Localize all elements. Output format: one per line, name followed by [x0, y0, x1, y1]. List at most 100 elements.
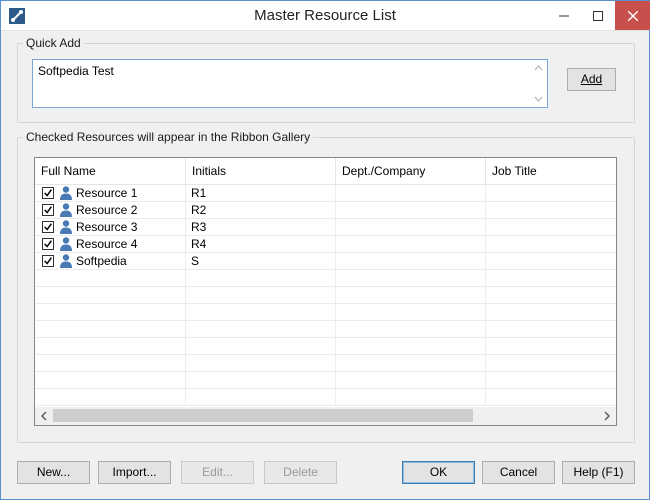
resource-name: Resource 1 — [76, 186, 138, 200]
horizontal-scrollbar[interactable] — [35, 407, 616, 425]
checkmark-icon — [44, 223, 52, 231]
job-title-value — [486, 254, 491, 268]
cancel-button[interactable]: Cancel — [482, 461, 555, 484]
table-row[interactable]: Resource 2 R2 — [35, 202, 616, 219]
initials-value: R1 — [191, 186, 207, 200]
resource-checkbox[interactable] — [42, 204, 54, 216]
import-button[interactable]: Import... — [98, 461, 171, 484]
new-button[interactable]: New... — [17, 461, 90, 484]
close-button[interactable] — [615, 1, 650, 30]
job-title-value — [486, 203, 491, 217]
scroll-down-icon — [534, 96, 543, 102]
initials-value: S — [191, 254, 200, 268]
dept-company-cell — [336, 236, 486, 253]
resource-checkbox[interactable] — [42, 238, 54, 250]
job-title-cell — [486, 236, 616, 253]
table-row[interactable]: Resource 1 R1 — [35, 185, 616, 202]
delete-button[interactable]: Delete — [264, 461, 337, 484]
column-header-initials[interactable]: Initials — [186, 158, 336, 185]
person-icon — [60, 220, 72, 234]
dept-company-cell — [336, 372, 486, 389]
resource-checkbox[interactable] — [42, 187, 54, 199]
dept-company-cell — [336, 253, 486, 270]
quick-add-group-label: Quick Add — [23, 36, 84, 50]
column-header-full-name[interactable]: Full Name — [35, 158, 186, 185]
resource-name: Resource 2 — [76, 203, 138, 217]
initials-cell — [186, 355, 336, 372]
table-row[interactable]: Resource 4 R4 — [35, 236, 616, 253]
job-title-cell — [486, 389, 616, 406]
table-row — [35, 372, 616, 389]
table-row — [35, 287, 616, 304]
job-title-cell — [486, 304, 616, 321]
full-name-cell — [35, 270, 186, 287]
dept-company-cell — [336, 321, 486, 338]
full-name-cell: Resource 2 — [35, 202, 186, 219]
person-icon — [60, 237, 72, 251]
title-bar[interactable]: Master Resource List — [1, 1, 650, 31]
job-title-cell — [486, 270, 616, 287]
job-title-cell — [486, 185, 616, 202]
full-name-cell: Resource 1 — [35, 185, 186, 202]
resource-name: Resource 4 — [76, 237, 138, 251]
dept-company-value — [336, 186, 341, 200]
dept-company-cell — [336, 355, 486, 372]
add-button[interactable]: Add — [567, 68, 616, 91]
table-row — [35, 355, 616, 372]
resource-checkbox[interactable] — [42, 221, 54, 233]
full-name-cell — [35, 287, 186, 304]
job-title-cell — [486, 321, 616, 338]
minimize-icon — [559, 15, 569, 16]
list-header: Full Name Initials Dept./Company Job Tit… — [35, 158, 616, 185]
resource-checkbox[interactable] — [42, 255, 54, 267]
job-title-value — [486, 186, 491, 200]
minimize-button[interactable] — [547, 1, 581, 30]
table-row — [35, 304, 616, 321]
chevron-left-icon — [40, 411, 46, 421]
initials-cell — [186, 304, 336, 321]
edit-button[interactable]: Edit... — [181, 461, 254, 484]
quick-add-scrollbar[interactable] — [530, 60, 547, 107]
scroll-right-button[interactable] — [598, 407, 615, 425]
table-row — [35, 270, 616, 287]
initials-cell: R1 — [186, 185, 336, 202]
table-row[interactable]: Softpedia S — [35, 253, 616, 270]
full-name-cell — [35, 355, 186, 372]
checkmark-icon — [44, 240, 52, 248]
initials-cell — [186, 372, 336, 389]
table-row — [35, 338, 616, 355]
help-button[interactable]: Help (F1) — [562, 461, 635, 484]
table-row[interactable]: Resource 3 R3 — [35, 219, 616, 236]
scroll-left-button[interactable] — [35, 407, 52, 425]
full-name-cell: Softpedia — [35, 253, 186, 270]
initials-cell: R4 — [186, 236, 336, 253]
maximize-button[interactable] — [581, 1, 615, 30]
full-name-cell — [35, 372, 186, 389]
dept-company-value — [336, 237, 341, 251]
checkmark-icon — [44, 257, 52, 265]
job-title-cell — [486, 287, 616, 304]
initials-cell — [186, 321, 336, 338]
person-icon — [60, 186, 72, 200]
column-header-dept-company[interactable]: Dept./Company — [336, 158, 486, 185]
resource-list[interactable]: Full Name Initials Dept./Company Job Tit… — [34, 157, 617, 426]
scrollbar-thumb[interactable] — [53, 409, 473, 422]
initials-cell: S — [186, 253, 336, 270]
resources-group-label: Checked Resources will appear in the Rib… — [23, 130, 314, 144]
initials-cell — [186, 287, 336, 304]
full-name-cell — [35, 321, 186, 338]
quick-add-input-value: Softpedia Test — [38, 64, 114, 78]
column-header-job-title[interactable]: Job Title — [486, 158, 616, 185]
ok-button[interactable]: OK — [402, 461, 475, 484]
dept-company-cell — [336, 202, 486, 219]
initials-cell — [186, 338, 336, 355]
full-name-cell — [35, 389, 186, 406]
table-row — [35, 389, 616, 406]
table-row — [35, 321, 616, 338]
job-title-cell — [486, 338, 616, 355]
initials-value: R4 — [191, 237, 207, 251]
dept-company-cell — [336, 219, 486, 236]
job-title-cell — [486, 202, 616, 219]
quick-add-input[interactable]: Softpedia Test — [32, 59, 548, 108]
dept-company-cell — [336, 185, 486, 202]
